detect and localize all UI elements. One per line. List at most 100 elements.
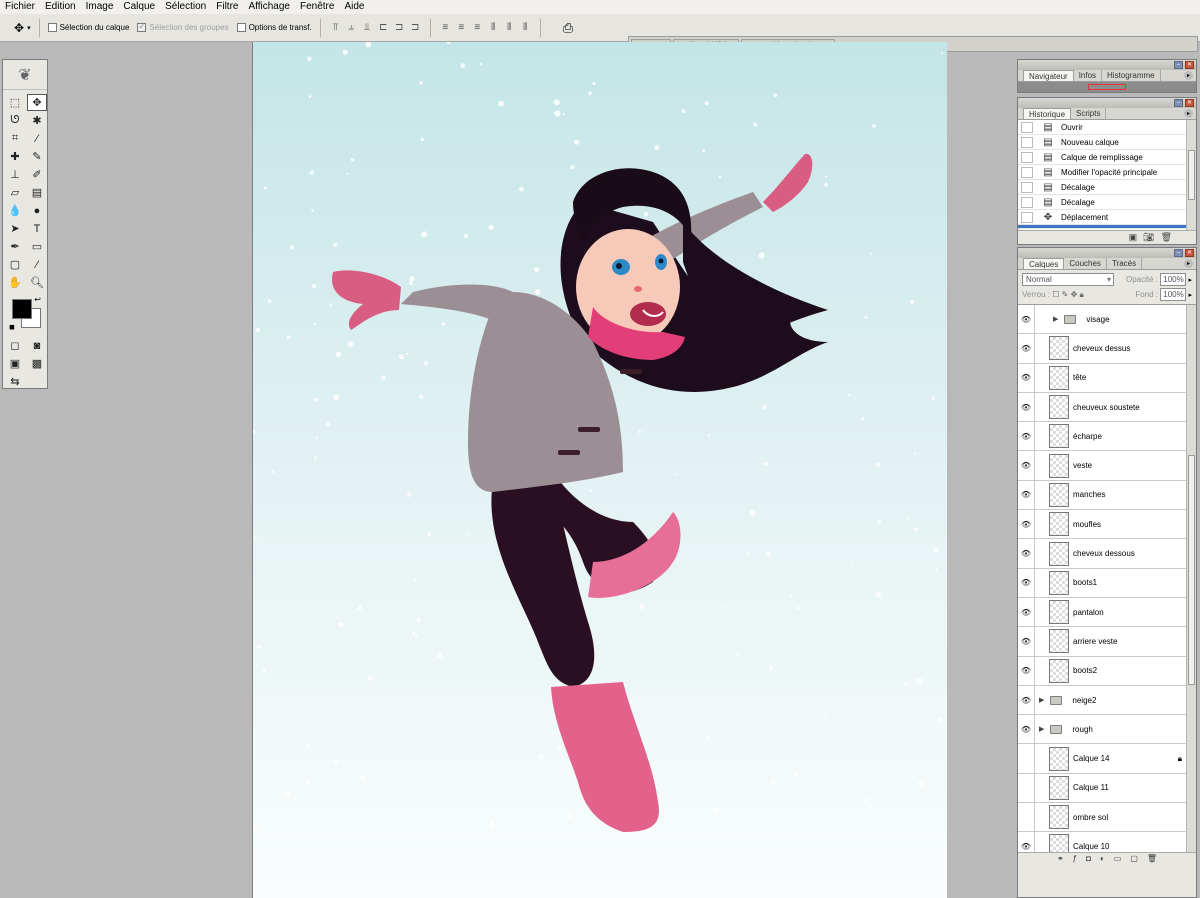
blend-mode-select[interactable]: Normal [1022, 273, 1114, 286]
eye-icon[interactable]: 👁︎ [1018, 422, 1035, 451]
distribute-bottom-icon[interactable]: ≡ [471, 21, 484, 34]
eye-icon[interactable]: 👁︎ [1018, 392, 1035, 422]
file-browser-button[interactable]: ⎙ [559, 20, 577, 36]
adjustment-layer-icon[interactable]: ◐ [1100, 854, 1105, 863]
history-brush-source[interactable] [1021, 151, 1033, 163]
transform-options-option[interactable]: Options de transf. [233, 23, 316, 32]
tab-2[interactable]: Tracés [1107, 258, 1143, 269]
tab-0[interactable]: Historique [1023, 108, 1072, 119]
layer-row[interactable]: 👁︎ moufles [1018, 510, 1196, 540]
layer-style-icon[interactable]: ƒ [1073, 854, 1077, 863]
history-item[interactable]: ▤ Décalage [1018, 195, 1196, 210]
link-layers-icon[interactable]: ⚭ [1057, 854, 1064, 863]
history-item[interactable]: ▤ Nouveau calque [1018, 135, 1196, 150]
layer-row[interactable]: 👁︎ cheuveux soustete [1018, 392, 1196, 423]
history-item[interactable]: ✥ Déplacement [1018, 210, 1196, 225]
menu-5[interactable]: Filtre [211, 0, 243, 14]
history-item[interactable]: ▤ Modifier l'opacité principale [1018, 165, 1196, 180]
history-item[interactable]: ▤ Décalage [1018, 180, 1196, 195]
hand-tool-icon[interactable]: ✋ [5, 274, 25, 291]
layer-row[interactable]: 👁︎ manches [1018, 480, 1196, 511]
healing-brush-tool-icon[interactable]: ✚ [5, 148, 25, 165]
history-item[interactable]: ▤ Calque de remplissage [1018, 150, 1196, 165]
align-right-icon[interactable]: ⊐ [409, 21, 422, 34]
layer-row[interactable]: 👁︎ pantalon [1018, 597, 1196, 628]
layer-row[interactable]: 👁︎ boots2 [1018, 656, 1196, 686]
expand-triangle-icon[interactable]: ▶ [1039, 725, 1044, 733]
eye-icon[interactable]: 👁︎ [1018, 451, 1035, 480]
layer-row[interactable]: Calque 14 🔒︎ [1018, 744, 1196, 774]
new-layer-icon[interactable]: ▢ [1130, 854, 1138, 863]
history-brush-source[interactable] [1021, 211, 1033, 223]
layer-row[interactable]: ombre sol [1018, 803, 1196, 833]
history-item[interactable]: ▤ Ouvrir [1018, 120, 1196, 135]
layer-row[interactable]: 👁︎ cheveux dessus [1018, 334, 1196, 364]
visibility-toggle[interactable] [1018, 803, 1035, 832]
history-brush-source[interactable] [1021, 181, 1033, 193]
close-icon[interactable]: ✕ [1185, 61, 1194, 69]
opacity-arrow-icon[interactable]: ▸ [1188, 277, 1192, 284]
menu-0[interactable]: Fichier [0, 0, 40, 14]
fill-input[interactable]: 100% [1160, 288, 1187, 301]
history-scrollbar[interactable] [1186, 120, 1196, 230]
auto-select-layer-checkbox[interactable] [47, 23, 57, 32]
quick-mask-icon[interactable]: ◙ [27, 337, 47, 354]
menu-2[interactable]: Image [81, 0, 119, 14]
scrollbar-thumb[interactable] [1188, 150, 1195, 200]
history-brush-source[interactable] [1021, 196, 1033, 208]
zoom-tool-icon[interactable]: 🔍︎ [27, 274, 47, 291]
tab-1[interactable]: Scripts [1071, 108, 1107, 119]
eye-icon[interactable]: 👁︎ [1018, 597, 1035, 627]
panel-menu-icon[interactable]: ▸ [1184, 71, 1193, 80]
expand-triangle-icon[interactable]: ▶ [1039, 696, 1044, 704]
eye-icon[interactable]: 👁︎ [1018, 715, 1035, 744]
close-icon[interactable]: ✕ [1185, 99, 1194, 107]
tool-preset-picker[interactable]: ✥ ▾ [0, 21, 35, 35]
tab-1[interactable]: Couches [1064, 258, 1107, 269]
menu-6[interactable]: Affichage [243, 0, 295, 14]
standard-mode-icon[interactable]: ◻ [5, 337, 25, 354]
panel-menu-icon[interactable]: ▸ [1184, 259, 1193, 268]
jump-to-imageready-icon[interactable]: ⇆ [5, 373, 25, 390]
screen-mode-icon[interactable]: ▣ [5, 355, 25, 372]
eye-icon[interactable]: 👁︎ [1018, 656, 1035, 685]
scrollbar-thumb[interactable] [1188, 455, 1195, 685]
notes-tool-icon[interactable]: ▢ [5, 256, 25, 273]
fullscreen-mode-icon[interactable]: ▩ [27, 355, 47, 372]
marquee-tool-icon[interactable]: ⬚ [5, 94, 25, 111]
eyedropper-tool-icon[interactable]: ⁄ [27, 256, 47, 273]
minimize-icon[interactable]: – [1174, 99, 1183, 107]
eye-icon[interactable]: 👁︎ [1018, 480, 1035, 510]
menu-1[interactable]: Edition [40, 0, 81, 14]
layer-row[interactable]: 👁︎ Calque 10 [1018, 832, 1196, 852]
visibility-toggle[interactable] [1018, 744, 1035, 773]
eye-icon[interactable]: 👁︎ [1018, 510, 1035, 539]
align-top-icon[interactable]: ⫪ [329, 21, 342, 34]
eye-icon[interactable]: 👁︎ [1018, 568, 1035, 597]
layer-row[interactable]: 👁︎ tête [1018, 363, 1196, 393]
trash-icon[interactable]: 🗑︎ [1161, 232, 1172, 243]
dodge-tool-icon[interactable]: ● [27, 202, 47, 219]
tab-0[interactable]: Navigateur [1023, 70, 1074, 81]
auto-select-layer-option[interactable]: Sélection du calque [44, 23, 134, 32]
clone-stamp-tool-icon[interactable]: ⊥ [5, 166, 25, 183]
auto-select-groups-option[interactable]: Sélection des groupes [133, 21, 232, 32]
layer-row[interactable]: 👁︎ ▶ neige2 [1018, 685, 1196, 716]
layer-row[interactable]: Calque 11 [1018, 773, 1196, 804]
layer-row[interactable]: 👁︎ veste [1018, 451, 1196, 481]
menu-4[interactable]: Sélection [160, 0, 211, 14]
layer-row[interactable]: 👁︎ ▶ visage [1018, 305, 1196, 335]
eye-icon[interactable]: 👁︎ [1018, 539, 1035, 568]
distribute-hcenter-icon[interactable]: ⦀ [503, 21, 516, 34]
history-brush-source[interactable] [1021, 136, 1033, 148]
tab-1[interactable]: Infos [1074, 70, 1103, 81]
move-tool-icon[interactable]: ✥ [27, 94, 47, 111]
navigator-preview[interactable] [1018, 82, 1196, 92]
align-vcenter-icon[interactable]: ⫨ [345, 21, 358, 34]
layer-row[interactable]: 👁︎ boots1 [1018, 568, 1196, 598]
expand-triangle-icon[interactable]: ▶ [1053, 315, 1058, 323]
minimize-icon[interactable]: – [1174, 249, 1183, 257]
document-canvas[interactable] [252, 42, 947, 898]
layer-row[interactable]: 👁︎ écharpe [1018, 422, 1196, 452]
distribute-vcenter-icon[interactable]: ≡ [455, 21, 468, 34]
